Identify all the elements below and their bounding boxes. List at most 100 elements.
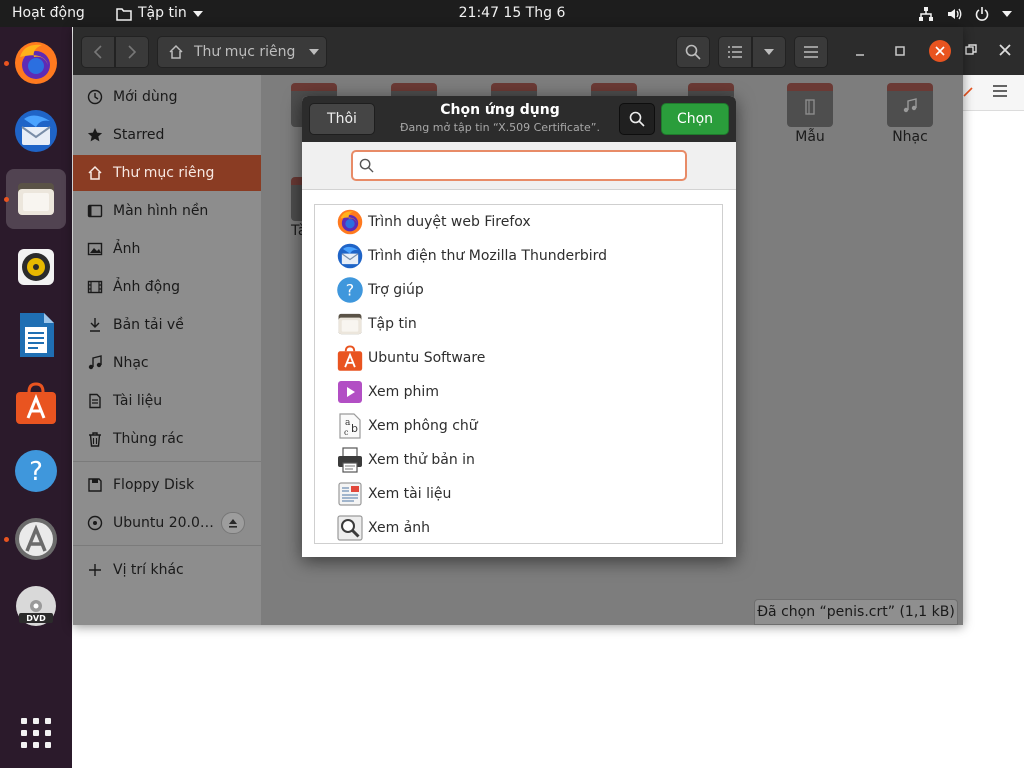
- app-item-thunderbird[interactable]: Trình điện thư Mozilla Thunderbird: [315, 239, 722, 273]
- sidebar-item-label: Tài liệu: [113, 393, 163, 409]
- hamburger-menu-icon: [804, 46, 818, 58]
- running-indicator: [4, 197, 9, 202]
- sidebar-item-floppy[interactable]: Floppy Disk: [73, 467, 261, 503]
- restore-icon[interactable]: [965, 44, 977, 56]
- folder-templates[interactable]: [787, 83, 833, 127]
- sidebar-item-recent[interactable]: Mới dùng: [73, 79, 261, 115]
- app-item-label: Xem thử bản in: [368, 452, 475, 468]
- dialog-header: Thôi Chọn ứng dụng Đang mở tập tin “X.50…: [302, 96, 736, 142]
- activities-button[interactable]: Hoạt động: [12, 0, 85, 27]
- software-updater-icon: [15, 518, 57, 560]
- maximize-icon[interactable]: [894, 45, 906, 57]
- sidebar-item-pictures[interactable]: Ảnh: [73, 231, 261, 267]
- sidebar-item-label: Nhạc: [113, 355, 149, 371]
- print-preview-icon: [335, 445, 365, 475]
- app-item-print-preview[interactable]: Xem thử bản in: [315, 443, 722, 477]
- firefox-icon: [335, 207, 365, 237]
- dock-help[interactable]: ?: [6, 441, 66, 501]
- back-button[interactable]: [81, 36, 115, 68]
- path-bar[interactable]: Thư mục riêng: [157, 36, 327, 68]
- app-menu[interactable]: Tập tin: [116, 0, 203, 27]
- app-item-firefox[interactable]: Trình duyệt web Firefox: [315, 205, 722, 239]
- sidebar-item-trash[interactable]: Thùng rác: [73, 421, 261, 457]
- chevron-down-icon: [192, 10, 203, 17]
- chevron-down-icon: [764, 49, 774, 55]
- sidebar-item-documents[interactable]: Tài liệu: [73, 383, 261, 419]
- dock-ubuntu-software[interactable]: [6, 373, 66, 433]
- svg-text:?: ?: [346, 280, 354, 299]
- search-button[interactable]: [676, 36, 710, 68]
- home-icon: [87, 165, 103, 181]
- sidebar-item-desktop[interactable]: Màn hình nền: [73, 193, 261, 229]
- svg-text:b: b: [351, 422, 358, 435]
- sidebar-item-label: Vị trí khác: [113, 562, 184, 578]
- svg-text:c: c: [344, 428, 349, 437]
- sidebar-item-videos[interactable]: Ảnh động: [73, 269, 261, 305]
- sidebar-item-label: Bản tải về: [113, 317, 184, 333]
- select-button[interactable]: Chọn: [661, 103, 729, 135]
- dock-software-updater[interactable]: [4, 509, 66, 569]
- sidebar-item-ubuntu-disc[interactable]: Ubuntu 20.0…: [73, 505, 261, 541]
- app-item-label: Tập tin: [368, 316, 417, 332]
- sidebar-item-music[interactable]: Nhạc: [73, 345, 261, 381]
- firefox-icon: [15, 42, 57, 84]
- view-options-button[interactable]: [752, 36, 786, 68]
- app-item-ubuntu-software[interactable]: Ubuntu Software: [315, 341, 722, 375]
- ubuntu-software-icon: [335, 343, 365, 373]
- search-field[interactable]: [351, 150, 687, 181]
- libreoffice-writer-icon: [20, 313, 54, 357]
- folder-music[interactable]: [887, 83, 933, 127]
- sidebar-divider: [73, 545, 261, 546]
- menu-button[interactable]: [794, 36, 828, 68]
- minimize-icon[interactable]: [854, 46, 866, 58]
- clock[interactable]: 21:47 15 Thg 6: [459, 5, 566, 21]
- cancel-button[interactable]: Thôi: [309, 103, 375, 135]
- dock-firefox[interactable]: [4, 33, 66, 93]
- close-button[interactable]: [929, 40, 951, 62]
- help-icon: ?: [335, 275, 365, 305]
- eject-button[interactable]: [221, 512, 245, 534]
- application-list: Trình duyệt web Firefox Trình điện thư M…: [314, 204, 723, 544]
- sidebar-item-starred[interactable]: Starred: [73, 117, 261, 153]
- font-viewer-icon: abc: [335, 411, 365, 441]
- app-item-image-viewer[interactable]: Xem ảnh: [315, 511, 722, 545]
- app-item-document-viewer[interactable]: Xem tài liệu: [315, 477, 722, 511]
- forward-button[interactable]: [115, 36, 149, 68]
- dock-rhythmbox[interactable]: [6, 237, 66, 297]
- sidebar-item-other-locations[interactable]: Vị trí khác: [73, 552, 261, 588]
- list-view-button[interactable]: [718, 36, 752, 68]
- path-label: Thư mục riêng: [194, 44, 296, 60]
- svg-text:DVD: DVD: [26, 614, 46, 623]
- pictures-icon: [87, 241, 103, 257]
- home-icon: [169, 44, 183, 59]
- sidebar-item-home[interactable]: Thư mục riêng: [73, 155, 261, 191]
- star-icon: [87, 127, 103, 143]
- documents-icon: [87, 393, 103, 409]
- search-toggle-button[interactable]: [619, 103, 655, 135]
- search-icon: [359, 158, 374, 173]
- dock-writer[interactable]: [6, 305, 66, 365]
- dock-files[interactable]: [4, 169, 66, 229]
- app-item-label: Xem ảnh: [368, 520, 430, 536]
- close-icon[interactable]: [998, 43, 1012, 57]
- help-icon: ?: [15, 450, 57, 492]
- show-applications-button[interactable]: [6, 703, 66, 763]
- app-item-files[interactable]: Tập tin: [315, 307, 722, 341]
- dock-dvd[interactable]: DVD: [6, 577, 66, 637]
- clock-icon: [87, 89, 103, 105]
- hamburger-menu-icon[interactable]: [993, 85, 1007, 97]
- app-item-font-viewer[interactable]: abc Xem phông chữ: [315, 409, 722, 443]
- dock-thunderbird[interactable]: [6, 101, 66, 161]
- search-input[interactable]: [380, 154, 685, 177]
- app-menu-label: Tập tin: [138, 5, 187, 21]
- sidebar-item-downloads[interactable]: Bản tải về: [73, 307, 261, 343]
- background-window-header: [963, 27, 1024, 75]
- app-item-videos[interactable]: Xem phim: [315, 375, 722, 409]
- background-window-toolbar: [963, 75, 1024, 111]
- app-item-help[interactable]: ? Trợ giúp: [315, 273, 722, 307]
- sidebar-item-label: Starred: [113, 127, 165, 143]
- system-tray[interactable]: [918, 0, 1012, 27]
- app-item-label: Xem tài liệu: [368, 486, 452, 502]
- running-indicator: [4, 61, 9, 66]
- music-icon: [87, 355, 103, 371]
